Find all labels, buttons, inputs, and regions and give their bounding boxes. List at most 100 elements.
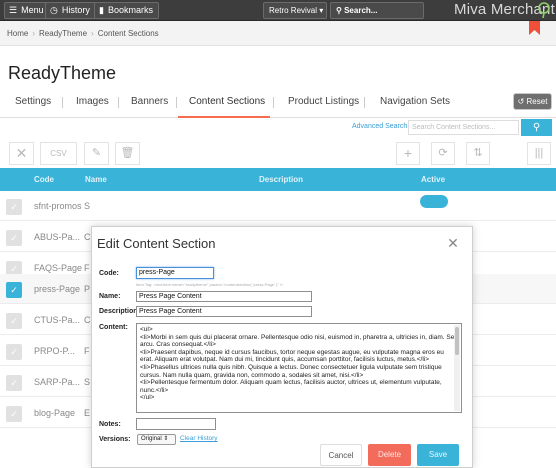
global-search-input[interactable]: ⚲ Search... (330, 2, 424, 19)
row-name: E (84, 408, 91, 418)
tab-divider (364, 97, 365, 108)
cancel-button[interactable]: Cancel (320, 444, 362, 466)
tab-images[interactable]: Images (76, 94, 109, 118)
reset-button[interactable]: ↺ Reset (513, 93, 552, 110)
breadcrumb-separator: › (91, 29, 94, 38)
search-button[interactable]: ⚲ (521, 119, 552, 136)
content-editor[interactable]: <ul> <li>Morbi in sem quis dui placerat … (136, 323, 462, 413)
breadcrumb-current: Content Sections (97, 29, 159, 38)
row-code: press-Page (34, 284, 81, 294)
advanced-search-link[interactable]: Advanced Search (352, 123, 407, 130)
save-button[interactable]: Save (417, 444, 459, 466)
bookmarks-button[interactable]: ▮ Bookmarks (94, 2, 159, 19)
breadcrumb: Home › ReadyTheme › Content Sections (0, 21, 556, 46)
row-checkbox[interactable]: ✓ (6, 199, 22, 215)
row-name: P (84, 284, 91, 294)
active-toggle[interactable] (420, 195, 448, 208)
refresh-icon[interactable]: ⟳ (431, 142, 455, 165)
columns-icon[interactable]: ||| (527, 142, 551, 165)
menu-label: Menu (21, 5, 44, 15)
sort-icon[interactable]: ⇅ (466, 142, 490, 165)
global-search-label: Search... (344, 6, 378, 15)
content-line: <li>Praesent dapibus, neque id cursus fa… (140, 348, 444, 364)
row-checkbox[interactable]: ✓ (6, 344, 22, 360)
row-checkbox[interactable]: ✓ (6, 282, 22, 298)
row-name: S (84, 377, 91, 387)
bookmark-icon: ▮ (99, 5, 104, 15)
chevron-updown-icon: ⇕ (161, 436, 169, 442)
chevron-down-icon: ▾ (317, 6, 324, 15)
tab-settings[interactable]: Settings (15, 94, 51, 118)
versions-select[interactable]: Original ⇕ (137, 434, 176, 445)
tab-content-sections[interactable]: Content Sections (178, 94, 270, 118)
tab-banners[interactable]: Banners (131, 94, 168, 118)
versions-label: Versions: (99, 436, 131, 443)
col-active[interactable]: Active (421, 168, 445, 191)
clear-history-link[interactable]: Clear History (180, 435, 218, 442)
row-checkbox[interactable]: ✓ (6, 406, 22, 422)
tab-divider (176, 97, 177, 108)
row-code: SARP-Pa... (34, 377, 81, 387)
tab-navigation-sets[interactable]: Navigation Sets (380, 94, 450, 118)
table-header: Code Name Description Active (0, 168, 556, 191)
content-line: <li>Morbi in sem quis dui placerat ornar… (140, 333, 458, 349)
edit-content-section-dialog: Edit Content Section ✕ Code: press-Page … (91, 226, 473, 468)
tab-divider (118, 97, 119, 108)
reset-icon: ↺ (517, 97, 527, 106)
miva-mark-icon (538, 2, 550, 18)
description-label: Description: (99, 308, 140, 315)
close-icon[interactable]: ✕ (9, 142, 34, 165)
row-checkbox[interactable]: ✓ (6, 375, 22, 391)
scrollbar-thumb[interactable] (455, 327, 459, 355)
row-code: CTUS-Pa... (34, 315, 81, 325)
bookmark-flag-icon[interactable] (529, 21, 540, 35)
notes-field[interactable] (136, 418, 216, 430)
content-line: </ul> (140, 394, 155, 402)
edit-pencil-icon[interactable]: ✎ (84, 142, 109, 165)
col-description[interactable]: Description (259, 168, 303, 191)
store-selector-label: Retro Revival (269, 6, 318, 15)
row-code: sfnt-promos (34, 201, 82, 211)
clock-icon: ◷ (50, 5, 58, 15)
reset-label: Reset (526, 97, 548, 106)
history-label: History (61, 5, 90, 15)
list-toolbar: ✕ CSV ✎ 🗑 + ⟳ ⇅ ||| (0, 138, 556, 168)
bookmarks-label: Bookmarks (107, 5, 153, 15)
row-name: C (84, 232, 91, 242)
content-scrollbar[interactable] (454, 325, 460, 411)
history-button[interactable]: ◷ History (45, 2, 96, 19)
row-name: F (84, 346, 90, 356)
trash-icon[interactable]: 🗑 (115, 142, 140, 165)
row-name: C (84, 315, 91, 325)
store-selector[interactable]: Retro Revival ▾ (263, 2, 327, 19)
hamburger-icon: ☰ (9, 5, 18, 15)
add-icon[interactable]: + (396, 142, 420, 165)
content-line: <ul> (140, 326, 153, 333)
description-field[interactable]: Press Page Content (136, 306, 312, 317)
close-icon[interactable]: ✕ (444, 234, 462, 252)
table-row[interactable]: ✓ sfnt-promos S (0, 191, 556, 221)
content-search-input[interactable]: Search Content Sections... (408, 120, 519, 135)
col-code[interactable]: Code (34, 168, 54, 191)
row-checkbox[interactable]: ✓ (6, 230, 22, 246)
content-label: Content: (99, 324, 128, 331)
search-icon: ⚲ (336, 6, 345, 15)
notes-label: Notes: (99, 421, 121, 428)
code-field[interactable]: press-Page (136, 267, 214, 279)
tab-product-listings[interactable]: Product Listings (288, 94, 359, 118)
tab-bar: Settings Images Banners Content Sections… (0, 94, 556, 118)
breadcrumb-home[interactable]: Home (7, 29, 28, 38)
col-name[interactable]: Name (85, 168, 107, 191)
row-checkbox[interactable]: ✓ (6, 313, 22, 329)
breadcrumb-readytheme[interactable]: ReadyTheme (39, 29, 87, 38)
content-line: <li>Pellentesque fermentum dolor. Aliqua… (140, 379, 442, 394)
csv-button[interactable]: CSV (40, 142, 77, 165)
search-icon: ⚲ (532, 122, 541, 133)
row-code: ABUS-Pa... (34, 232, 81, 242)
name-field[interactable]: Press Page Content (136, 291, 312, 302)
top-bar: ☰ Menu ◷ History ▮ Bookmarks Retro Revival … (0, 0, 556, 21)
delete-button[interactable]: Delete (368, 444, 411, 466)
code-label: Code: (99, 270, 119, 277)
menu-button[interactable]: ☰ Menu (4, 2, 50, 19)
dialog-title: Edit Content Section (97, 236, 216, 251)
